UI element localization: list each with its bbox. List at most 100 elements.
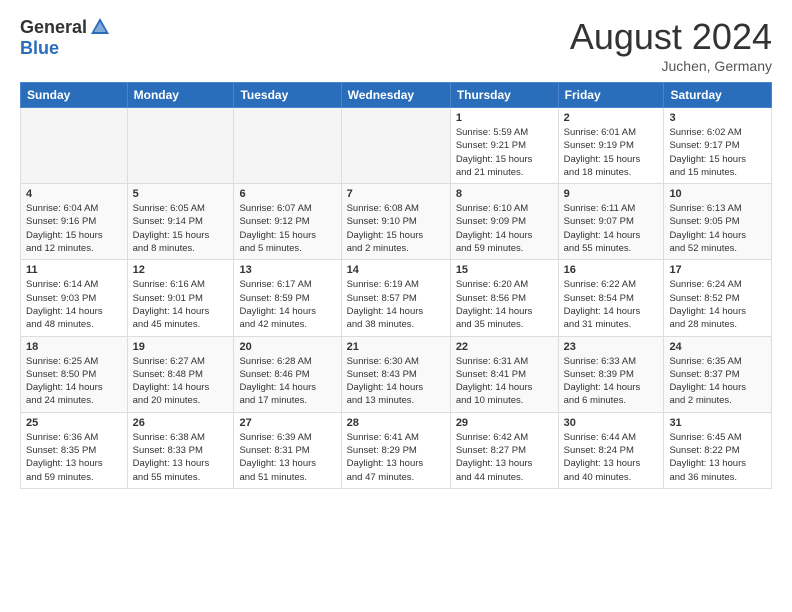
day-info: Sunrise: 6:25 AM Sunset: 8:50 PM Dayligh… <box>26 355 122 408</box>
day-info: Sunrise: 6:07 AM Sunset: 9:12 PM Dayligh… <box>239 202 335 255</box>
day-info: Sunrise: 6:16 AM Sunset: 9:01 PM Dayligh… <box>133 278 229 331</box>
day-number: 6 <box>239 188 335 200</box>
day-info: Sunrise: 6:20 AM Sunset: 8:56 PM Dayligh… <box>456 278 553 331</box>
day-cell: 12 Sunrise: 6:16 AM Sunset: 9:01 PM Dayli… <box>127 260 234 336</box>
day-number: 13 <box>239 264 335 276</box>
day-cell: 26Sunrise: 6:38 AM Sunset: 8:33 PM Dayli… <box>127 412 234 488</box>
weekday-tuesday: Tuesday <box>234 83 341 108</box>
day-number: 1 <box>456 112 553 124</box>
day-cell <box>21 108 128 184</box>
day-info: Sunrise: 6:24 AM Sunset: 8:52 PM Dayligh… <box>669 278 766 331</box>
day-cell: 7 Sunrise: 6:08 AM Sunset: 9:10 PM Daylig… <box>341 184 450 260</box>
day-cell: 21 Sunrise: 6:30 AM Sunset: 8:43 PM Dayli… <box>341 336 450 412</box>
day-number: 9 <box>564 188 659 200</box>
day-cell: 10 Sunrise: 6:13 AM Sunset: 9:05 PM Dayli… <box>664 184 772 260</box>
day-info: Sunrise: 6:28 AM Sunset: 8:46 PM Dayligh… <box>239 355 335 408</box>
day-number: 21 <box>347 341 445 353</box>
logo-general-text: General <box>20 17 87 38</box>
day-cell: 1 Sunrise: 5:59 AM Sunset: 9:21 PM Daylig… <box>450 108 558 184</box>
weekday-header-row: SundayMondayTuesdayWednesdayThursdayFrid… <box>21 83 772 108</box>
day-info: Sunrise: 6:04 AM Sunset: 9:16 PM Dayligh… <box>26 202 122 255</box>
logo: General Blue <box>20 16 111 59</box>
day-cell: 17 Sunrise: 6:24 AM Sunset: 8:52 PM Dayli… <box>664 260 772 336</box>
day-info: Sunrise: 6:39 AM Sunset: 8:31 PM Dayligh… <box>239 431 335 484</box>
day-info: Sunrise: 6:19 AM Sunset: 8:57 PM Dayligh… <box>347 278 445 331</box>
weekday-wednesday: Wednesday <box>341 83 450 108</box>
day-cell <box>127 108 234 184</box>
day-info: Sunrise: 6:27 AM Sunset: 8:48 PM Dayligh… <box>133 355 229 408</box>
day-number: 7 <box>347 188 445 200</box>
day-cell: 6 Sunrise: 6:07 AM Sunset: 9:12 PM Daylig… <box>234 184 341 260</box>
weekday-sunday: Sunday <box>21 83 128 108</box>
day-number: 4 <box>26 188 122 200</box>
day-cell: 2 Sunrise: 6:01 AM Sunset: 9:19 PM Daylig… <box>558 108 664 184</box>
day-cell: 22 Sunrise: 6:31 AM Sunset: 8:41 PM Dayli… <box>450 336 558 412</box>
day-info: Sunrise: 6:01 AM Sunset: 9:19 PM Dayligh… <box>564 126 659 179</box>
day-cell: 5 Sunrise: 6:05 AM Sunset: 9:14 PM Daylig… <box>127 184 234 260</box>
calendar: SundayMondayTuesdayWednesdayThursdayFrid… <box>20 82 772 489</box>
weekday-saturday: Saturday <box>664 83 772 108</box>
header: General Blue August 2024 Juchen, Germany <box>20 16 772 74</box>
day-cell: 31Sunrise: 6:45 AM Sunset: 8:22 PM Dayli… <box>664 412 772 488</box>
day-number: 17 <box>669 264 766 276</box>
day-cell: 16Sunrise: 6:22 AM Sunset: 8:54 PM Dayli… <box>558 260 664 336</box>
day-info: Sunrise: 6:33 AM Sunset: 8:39 PM Dayligh… <box>564 355 659 408</box>
day-cell: 15 Sunrise: 6:20 AM Sunset: 8:56 PM Dayli… <box>450 260 558 336</box>
day-number: 23 <box>564 341 659 353</box>
day-number: 12 <box>133 264 229 276</box>
day-cell: 9Sunrise: 6:11 AM Sunset: 9:07 PM Daylig… <box>558 184 664 260</box>
day-number: 22 <box>456 341 553 353</box>
weekday-friday: Friday <box>558 83 664 108</box>
day-cell: 4 Sunrise: 6:04 AM Sunset: 9:16 PM Daylig… <box>21 184 128 260</box>
day-number: 19 <box>133 341 229 353</box>
day-number: 24 <box>669 341 766 353</box>
day-cell: 11 Sunrise: 6:14 AM Sunset: 9:03 PM Dayli… <box>21 260 128 336</box>
day-number: 29 <box>456 417 553 429</box>
day-number: 16 <box>564 264 659 276</box>
title-location: Juchen, Germany <box>570 58 772 74</box>
week-row-5: 25Sunrise: 6:36 AM Sunset: 8:35 PM Dayli… <box>21 412 772 488</box>
day-info: Sunrise: 6:31 AM Sunset: 8:41 PM Dayligh… <box>456 355 553 408</box>
day-number: 10 <box>669 188 766 200</box>
day-number: 3 <box>669 112 766 124</box>
day-number: 30 <box>564 417 659 429</box>
day-number: 11 <box>26 264 122 276</box>
week-row-2: 4 Sunrise: 6:04 AM Sunset: 9:16 PM Daylig… <box>21 184 772 260</box>
day-number: 15 <box>456 264 553 276</box>
day-cell: 13 Sunrise: 6:17 AM Sunset: 8:59 PM Dayli… <box>234 260 341 336</box>
day-cell: 23 Sunrise: 6:33 AM Sunset: 8:39 PM Dayli… <box>558 336 664 412</box>
day-info: Sunrise: 6:14 AM Sunset: 9:03 PM Dayligh… <box>26 278 122 331</box>
day-number: 5 <box>133 188 229 200</box>
day-number: 27 <box>239 417 335 429</box>
day-info: Sunrise: 5:59 AM Sunset: 9:21 PM Dayligh… <box>456 126 553 179</box>
day-info: Sunrise: 6:05 AM Sunset: 9:14 PM Dayligh… <box>133 202 229 255</box>
day-cell: 8Sunrise: 6:10 AM Sunset: 9:09 PM Daylig… <box>450 184 558 260</box>
day-number: 20 <box>239 341 335 353</box>
day-cell: 25Sunrise: 6:36 AM Sunset: 8:35 PM Dayli… <box>21 412 128 488</box>
logo-blue-text: Blue <box>20 38 59 59</box>
day-cell: 24Sunrise: 6:35 AM Sunset: 8:37 PM Dayli… <box>664 336 772 412</box>
day-cell: 14Sunrise: 6:19 AM Sunset: 8:57 PM Dayli… <box>341 260 450 336</box>
day-info: Sunrise: 6:02 AM Sunset: 9:17 PM Dayligh… <box>669 126 766 179</box>
day-info: Sunrise: 6:17 AM Sunset: 8:59 PM Dayligh… <box>239 278 335 331</box>
weekday-monday: Monday <box>127 83 234 108</box>
day-number: 31 <box>669 417 766 429</box>
day-info: Sunrise: 6:30 AM Sunset: 8:43 PM Dayligh… <box>347 355 445 408</box>
title-month: August 2024 <box>570 16 772 58</box>
day-cell: 30Sunrise: 6:44 AM Sunset: 8:24 PM Dayli… <box>558 412 664 488</box>
day-info: Sunrise: 6:38 AM Sunset: 8:33 PM Dayligh… <box>133 431 229 484</box>
day-number: 18 <box>26 341 122 353</box>
day-cell: 27 Sunrise: 6:39 AM Sunset: 8:31 PM Dayli… <box>234 412 341 488</box>
page: General Blue August 2024 Juchen, Germany… <box>0 0 792 505</box>
day-cell: 29Sunrise: 6:42 AM Sunset: 8:27 PM Dayli… <box>450 412 558 488</box>
day-info: Sunrise: 6:13 AM Sunset: 9:05 PM Dayligh… <box>669 202 766 255</box>
day-info: Sunrise: 6:08 AM Sunset: 9:10 PM Dayligh… <box>347 202 445 255</box>
day-number: 8 <box>456 188 553 200</box>
week-row-1: 1 Sunrise: 5:59 AM Sunset: 9:21 PM Daylig… <box>21 108 772 184</box>
title-block: August 2024 Juchen, Germany <box>570 16 772 74</box>
day-info: Sunrise: 6:36 AM Sunset: 8:35 PM Dayligh… <box>26 431 122 484</box>
day-number: 28 <box>347 417 445 429</box>
week-row-3: 11 Sunrise: 6:14 AM Sunset: 9:03 PM Dayli… <box>21 260 772 336</box>
day-number: 2 <box>564 112 659 124</box>
day-cell: 20 Sunrise: 6:28 AM Sunset: 8:46 PM Dayli… <box>234 336 341 412</box>
